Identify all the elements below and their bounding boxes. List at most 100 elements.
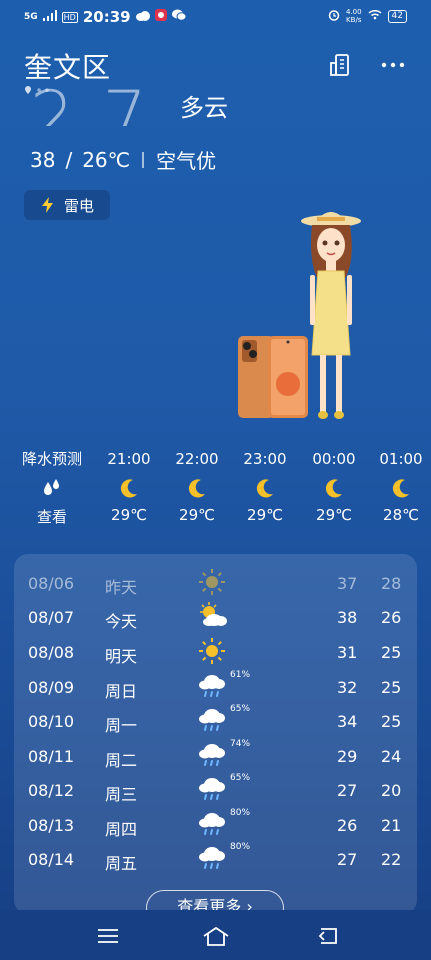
sun-icon — [198, 637, 238, 671]
hour-temp: 28℃ — [383, 506, 419, 524]
air-quality[interactable]: 空气优 — [156, 145, 216, 174]
hour-time: 21:00 — [107, 450, 151, 468]
city-manage-button[interactable] — [326, 50, 356, 80]
temp-range: 38 / 26℃ 空气优 — [30, 145, 216, 174]
daily-row[interactable]: 08/10 周一 65% 34 25 — [14, 704, 417, 740]
precip-probability: 80% — [230, 808, 251, 818]
net-speed-value: 4.00 — [345, 8, 362, 16]
hour-time: 00:00 — [312, 450, 356, 468]
net-speed: 4.00 KB/s — [346, 8, 362, 24]
home-icon — [203, 926, 229, 946]
precip-probability: 65% — [230, 773, 251, 783]
signal-icon — [42, 9, 57, 25]
partly-cloudy-icon — [198, 602, 238, 636]
moon-icon — [230, 470, 300, 506]
range-slash: / — [65, 147, 73, 172]
day-label: 周三 — [105, 785, 138, 804]
day-date: 08/12 — [28, 781, 75, 800]
home-button[interactable] — [196, 922, 236, 950]
precip-probability: 65% — [230, 704, 251, 714]
today-high: 38 — [30, 147, 56, 172]
hour-item: 22:00 29℃ — [162, 448, 232, 524]
daily-row[interactable]: 08/08 明天 31 25 — [14, 637, 417, 671]
day-high: 31 — [337, 643, 358, 662]
hour-item: 00:00 29℃ — [299, 448, 369, 524]
day-date: 08/14 — [28, 850, 75, 869]
day-date: 08/08 — [28, 643, 75, 662]
precip-probability: 61% — [230, 670, 251, 680]
battery-indicator: 42 — [387, 9, 407, 23]
building-icon — [330, 54, 349, 76]
moon-icon — [366, 470, 431, 506]
precipitation-forecast-button[interactable]: 降水预测 查看 — [17, 448, 87, 527]
daily-row[interactable]: 08/06 昨天 37 28 — [14, 568, 417, 602]
back-icon — [318, 928, 337, 944]
day-label: 周日 — [105, 682, 138, 701]
network-indicator: 5G — [24, 12, 38, 22]
day-high: 27 — [337, 781, 358, 800]
system-nav-bar — [0, 910, 431, 960]
precipitation-label: 降水预测 — [21, 450, 82, 468]
day-date: 08/06 — [28, 574, 75, 593]
day-low: 25 — [381, 678, 402, 697]
day-high: 38 — [337, 608, 358, 627]
hour-temp: 29℃ — [316, 506, 352, 524]
hour-time: 01:00 — [379, 450, 423, 468]
today-low: 26℃ — [82, 147, 131, 172]
current-condition: 多云 — [180, 94, 228, 122]
menu-icon — [98, 929, 118, 943]
back-button[interactable] — [308, 922, 348, 950]
daily-row[interactable]: 08/07 今天 38 26 — [14, 602, 417, 636]
day-low: 28 — [381, 574, 402, 593]
alarm-icon — [328, 9, 340, 24]
day-label: 今天 — [105, 612, 138, 631]
character-illustration[interactable] — [298, 205, 368, 425]
daily-row[interactable]: 08/14 周五 80% 27 22 — [14, 842, 417, 878]
day-high: 26 — [337, 816, 358, 835]
weather-alert-chip[interactable]: 雷电 — [24, 190, 110, 220]
day-date: 08/10 — [28, 712, 75, 731]
day-high: 32 — [337, 678, 358, 697]
day-low: 26 — [381, 608, 402, 627]
separator — [142, 151, 145, 168]
hour-temp: 29℃ — [179, 506, 215, 524]
day-label: 周一 — [105, 716, 138, 735]
daily-row[interactable]: 08/11 周二 74% 29 24 — [14, 739, 417, 775]
day-high: 29 — [337, 747, 358, 766]
lightning-icon — [42, 197, 53, 213]
precip-probability: 80% — [230, 842, 251, 852]
day-low: 20 — [381, 781, 402, 800]
sun-icon — [198, 568, 238, 602]
hour-time: 22:00 — [175, 450, 219, 468]
hourly-forecast[interactable]: 降水预测 查看 21:00 29℃ 22:00 29℃ 23:00 29℃ 00… — [0, 448, 431, 538]
day-high: 37 — [337, 574, 358, 593]
wifi-icon — [368, 9, 382, 23]
precipitation-action: 查看 — [36, 508, 67, 526]
moon-icon — [162, 470, 232, 506]
day-low: 25 — [381, 643, 402, 662]
day-label: 周五 — [105, 854, 138, 873]
daily-row[interactable]: 08/13 周四 80% 26 21 — [14, 808, 417, 844]
wechat-icon — [171, 9, 187, 25]
more-button[interactable] — [378, 50, 408, 80]
daily-row[interactable]: 08/12 周三 65% 27 20 — [14, 773, 417, 809]
day-date: 08/07 — [28, 608, 75, 627]
menu-button[interactable] — [88, 922, 128, 950]
more-dots-icon — [381, 62, 405, 68]
hour-item: 21:00 29℃ — [94, 448, 164, 524]
daily-forecast-card[interactable]: 08/06 昨天 37 28 08/07 今天 38 26 08/08 明天 31 25 08/09 周日… — [14, 554, 417, 914]
current-temperature: 27 — [30, 76, 176, 126]
hour-time: 23:00 — [243, 450, 287, 468]
day-low: 24 — [381, 747, 402, 766]
net-speed-unit: KB/s — [346, 16, 362, 24]
day-low: 21 — [381, 816, 402, 835]
day-date: 08/09 — [28, 678, 75, 697]
app-notify-icon — [154, 9, 167, 25]
day-date: 08/11 — [28, 747, 75, 766]
hour-item: 01:00 28℃ — [366, 448, 431, 524]
raindrop-icon — [17, 470, 87, 506]
daily-row[interactable]: 08/09 周日 61% 32 25 — [14, 670, 417, 706]
alert-label: 雷电 — [64, 196, 95, 215]
moon-icon — [94, 470, 164, 506]
hour-temp: 29℃ — [111, 506, 147, 524]
